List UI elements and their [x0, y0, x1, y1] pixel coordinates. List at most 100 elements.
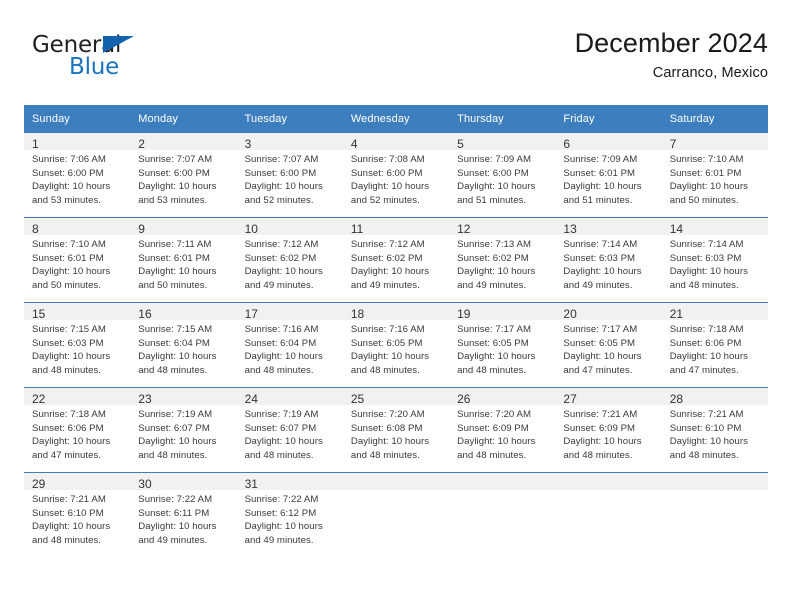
sunrise-text: Sunrise: 7:07 AM: [138, 154, 213, 165]
daylight-text-line2: and 48 minutes.: [138, 364, 208, 376]
day-cell[interactable]: 8 Sunrise: 7:10 AM Sunset: 6:01 PM Daylight…: [24, 217, 131, 303]
sunset-text: Sunset: 6:07 PM: [244, 422, 317, 434]
day-details: Sunrise: 7:18 AM Sunset: 6:06 PM Daylight:…: [662, 320, 768, 377]
sunrise-text: Sunrise: 7:18 AM: [32, 409, 106, 420]
sunrise-text: Sunrise: 7:12 AM: [244, 239, 319, 250]
day-number: 27: [555, 388, 662, 406]
daylight-text-line1: Daylight: 10 hours: [138, 266, 217, 278]
sunrise-text: Sunrise: 7:19 AM: [138, 409, 213, 420]
sunset-text: Sunset: 6:05 PM: [563, 337, 636, 349]
sunset-text: Sunset: 6:02 PM: [244, 252, 317, 264]
day-number: 8: [24, 218, 131, 236]
daylight-text-line2: and 53 minutes.: [32, 194, 102, 206]
day-cell[interactable]: 31 Sunrise: 7:22 AM Sunset: 6:12 PM Dayligh…: [236, 472, 343, 557]
day-cell[interactable]: 30 Sunrise: 7:22 AM Sunset: 6:11 PM Dayligh…: [130, 472, 237, 557]
sunrise-text: Sunrise: 7:08 AM: [350, 154, 425, 165]
day-cell[interactable]: 29 Sunrise: 7:21 AM Sunset: 6:10 PM Dayligh…: [24, 472, 131, 557]
sunrise-text: Sunrise: 7:12 AM: [350, 239, 425, 250]
day-cell[interactable]: 10 Sunrise: 7:12 AM Sunset: 6:02 PM Dayligh…: [236, 217, 343, 303]
calendar-header-row: Sunday Monday Tuesday Wednesday Thursday…: [24, 105, 768, 133]
daylight-text-line1: Daylight: 10 hours: [138, 181, 217, 193]
day-cell[interactable]: 25 Sunrise: 7:20 AM Sunset: 6:08 PM Dayligh…: [342, 387, 450, 473]
day-cell[interactable]: 22 Sunrise: 7:18 AM Sunset: 6:06 PM Dayligh…: [24, 387, 131, 473]
day-details: Sunrise: 7:14 AM Sunset: 6:03 PM Daylight:…: [555, 235, 661, 292]
day-cell[interactable]: 1 Sunrise: 7:06 AM Sunset: 6:00 PM Daylight…: [24, 133, 131, 218]
daylight-text-line2: and 48 minutes.: [138, 449, 208, 461]
day-cell[interactable]: 5 Sunrise: 7:09 AM Sunset: 6:00 PM Daylight…: [449, 133, 556, 218]
sunset-text: Sunset: 6:01 PM: [563, 167, 636, 179]
sunrise-text: Sunrise: 7:22 AM: [244, 494, 319, 505]
calendar-week-row: 8 Sunrise: 7:10 AM Sunset: 6:01 PM Daylight…: [24, 217, 768, 303]
daylight-text-line2: and 47 minutes.: [32, 449, 102, 461]
sunset-text: Sunset: 6:04 PM: [244, 337, 317, 349]
day-cell[interactable]: 27 Sunrise: 7:21 AM Sunset: 6:09 PM Dayligh…: [555, 387, 662, 473]
daylight-text-line2: and 51 minutes.: [563, 194, 633, 206]
day-cell[interactable]: 26 Sunrise: 7:20 AM Sunset: 6:09 PM Dayligh…: [449, 387, 556, 473]
day-cell[interactable]: 19 Sunrise: 7:17 AM Sunset: 6:05 PM Dayligh…: [449, 302, 556, 388]
daylight-text-line1: Daylight: 10 hours: [563, 181, 642, 193]
day-cell[interactable]: 2 Sunrise: 7:07 AM Sunset: 6:00 PM Daylight…: [130, 133, 237, 218]
daylight-text-line1: Daylight: 10 hours: [669, 266, 748, 278]
day-cell[interactable]: 7 Sunrise: 7:10 AM Sunset: 6:01 PM Daylight…: [661, 133, 768, 218]
sunrise-text: Sunrise: 7:10 AM: [669, 154, 744, 165]
sunset-text: Sunset: 6:10 PM: [669, 422, 742, 434]
daylight-text-line1: Daylight: 10 hours: [32, 181, 111, 193]
day-cell[interactable]: 21 Sunrise: 7:18 AM Sunset: 6:06 PM Dayligh…: [661, 302, 768, 388]
day-cell[interactable]: 12 Sunrise: 7:13 AM Sunset: 6:02 PM Dayligh…: [449, 217, 556, 303]
day-details: Sunrise: 7:18 AM Sunset: 6:06 PM Daylight:…: [24, 405, 130, 462]
day-cell[interactable]: 9 Sunrise: 7:11 AM Sunset: 6:01 PM Daylight…: [130, 217, 237, 303]
day-details: [343, 490, 449, 493]
day-number: [555, 473, 662, 490]
weekday-header-tuesday: Tuesday: [236, 105, 343, 133]
day-cell[interactable]: 3 Sunrise: 7:07 AM Sunset: 6:00 PM Daylight…: [236, 133, 343, 218]
day-details: Sunrise: 7:11 AM Sunset: 6:01 PM Daylight:…: [130, 235, 236, 292]
daylight-text-line2: and 48 minutes.: [563, 449, 633, 461]
day-cell[interactable]: 15 Sunrise: 7:15 AM Sunset: 6:03 PM Dayligh…: [24, 302, 131, 388]
sunset-text: Sunset: 6:00 PM: [457, 167, 529, 179]
day-number: 3: [236, 133, 343, 151]
daylight-text-line2: and 51 minutes.: [457, 194, 527, 206]
daylight-text-line2: and 50 minutes.: [32, 279, 102, 291]
daylight-text-line2: and 48 minutes.: [669, 279, 739, 291]
sunrise-text: Sunrise: 7:20 AM: [350, 409, 425, 420]
day-number: 5: [449, 133, 556, 151]
daylight-text-line1: Daylight: 10 hours: [457, 351, 536, 363]
day-cell[interactable]: 28 Sunrise: 7:21 AM Sunset: 6:10 PM Dayligh…: [661, 387, 768, 473]
sunset-text: Sunset: 6:07 PM: [138, 422, 210, 434]
day-cell[interactable]: 18 Sunrise: 7:16 AM Sunset: 6:05 PM Dayligh…: [342, 302, 450, 388]
daylight-text-line2: and 52 minutes.: [350, 194, 420, 206]
sunrise-text: Sunrise: 7:14 AM: [563, 239, 638, 250]
day-cell[interactable]: 14 Sunrise: 7:14 AM Sunset: 6:03 PM Dayligh…: [661, 217, 768, 303]
daylight-text-line1: Daylight: 10 hours: [138, 521, 217, 533]
day-cell[interactable]: 6 Sunrise: 7:09 AM Sunset: 6:01 PM Daylight…: [555, 133, 662, 218]
day-cell[interactable]: 13 Sunrise: 7:14 AM Sunset: 6:03 PM Dayligh…: [555, 217, 662, 303]
day-cell-empty: [661, 472, 768, 557]
day-cell[interactable]: 20 Sunrise: 7:17 AM Sunset: 6:05 PM Dayligh…: [555, 302, 662, 388]
day-number: 21: [661, 303, 768, 321]
sunset-text: Sunset: 6:04 PM: [138, 337, 210, 349]
sunset-text: Sunset: 6:05 PM: [350, 337, 423, 349]
daylight-text-line1: Daylight: 10 hours: [457, 436, 536, 448]
daylight-text-line1: Daylight: 10 hours: [138, 436, 217, 448]
day-number: 29: [24, 473, 131, 491]
day-cell[interactable]: 16 Sunrise: 7:15 AM Sunset: 6:04 PM Dayligh…: [130, 302, 237, 388]
sunset-text: Sunset: 6:02 PM: [457, 252, 529, 264]
day-number: 25: [342, 388, 450, 406]
calendar-body: 1 Sunrise: 7:06 AM Sunset: 6:00 PM Daylight…: [24, 133, 768, 557]
general-blue-logo[interactable]: General Blue: [32, 32, 222, 84]
day-cell[interactable]: 23 Sunrise: 7:19 AM Sunset: 6:07 PM Dayligh…: [130, 387, 237, 473]
logo-triangle-icon: [103, 36, 134, 53]
day-number: 12: [449, 218, 556, 236]
day-details: Sunrise: 7:21 AM Sunset: 6:10 PM Daylight:…: [662, 405, 768, 462]
day-number: 15: [24, 303, 131, 321]
daylight-text-line1: Daylight: 10 hours: [563, 351, 642, 363]
day-cell[interactable]: 17 Sunrise: 7:16 AM Sunset: 6:04 PM Dayligh…: [236, 302, 343, 388]
day-details: Sunrise: 7:15 AM Sunset: 6:04 PM Daylight:…: [130, 320, 236, 377]
sunset-text: Sunset: 6:08 PM: [350, 422, 423, 434]
day-cell-empty: [555, 472, 662, 557]
day-cell[interactable]: 24 Sunrise: 7:19 AM Sunset: 6:07 PM Dayligh…: [236, 387, 343, 473]
sunrise-text: Sunrise: 7:18 AM: [669, 324, 744, 335]
day-cell[interactable]: 4 Sunrise: 7:08 AM Sunset: 6:00 PM Daylight…: [342, 133, 450, 218]
weekday-header-saturday: Saturday: [661, 105, 768, 133]
day-cell[interactable]: 11 Sunrise: 7:12 AM Sunset: 6:02 PM Dayligh…: [342, 217, 450, 303]
